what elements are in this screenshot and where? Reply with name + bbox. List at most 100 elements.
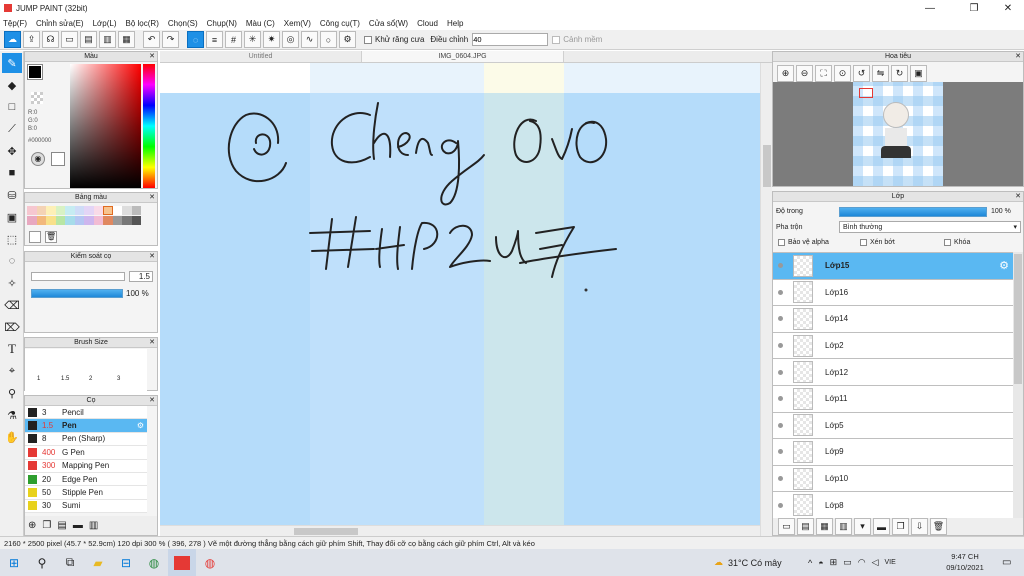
panel-close-icon[interactable]: ✕	[149, 338, 155, 348]
menu-color[interactable]: Màu (C)	[246, 19, 275, 28]
layer-row[interactable]: Lớp11	[773, 385, 1013, 413]
foreground-color-swatch[interactable]	[28, 65, 42, 79]
cloud-icon[interactable]: ☁	[4, 31, 21, 48]
layer-visibility-icon[interactable]	[778, 343, 783, 349]
menu-capture[interactable]: Chụp(N)	[207, 19, 237, 28]
brush-item[interactable]: 8 Pen (Sharp)	[25, 432, 147, 447]
layer-row[interactable]: Lớp2	[773, 332, 1013, 360]
layer-opacity-slider[interactable]	[839, 207, 987, 217]
zoom-out-icon[interactable]: ⊖	[796, 65, 813, 82]
tab-untitled[interactable]: Untitled	[160, 51, 362, 62]
brush-delete-icon[interactable]: ▥	[89, 520, 98, 531]
brush-item[interactable]: 3 Pencil	[25, 406, 147, 420]
fit-icon[interactable]: ⛶	[815, 65, 832, 82]
brush-item[interactable]: 1.5 Pen ⚙	[25, 419, 147, 433]
vertical-scroll-thumb[interactable]	[763, 145, 771, 187]
dropper-tool-icon[interactable]: ⚲	[2, 383, 22, 403]
palette-swatch[interactable]	[103, 206, 113, 215]
new-raster-layer-icon[interactable]: ▤	[797, 518, 814, 535]
palette-swatch[interactable]	[55, 216, 65, 225]
jump-paint-taskbar-icon[interactable]	[168, 549, 196, 576]
panel-close-icon[interactable]: ✕	[1015, 52, 1021, 62]
panel-close-icon[interactable]: ✕	[149, 193, 155, 203]
tray-app-icon[interactable]: ◓	[818, 558, 823, 568]
snap-cross-icon[interactable]: ✷	[263, 31, 280, 48]
palette-swatch[interactable]	[74, 206, 84, 215]
navigator-thumbnail[interactable]	[853, 82, 943, 186]
new-halftone-layer-icon[interactable]: ▦	[816, 518, 833, 535]
new-palette-icon[interactable]	[29, 231, 41, 243]
text-tool-icon[interactable]: T	[2, 339, 22, 359]
palette-swatch[interactable]	[131, 216, 141, 225]
saturation-value-picker[interactable]	[70, 64, 141, 188]
file-explorer-icon[interactable]: ▰	[84, 549, 112, 576]
tab-image[interactable]: IMG_0604.JPG	[362, 51, 564, 62]
layer-visibility-icon[interactable]	[778, 396, 783, 402]
brush-add-icon[interactable]: ⊕	[28, 520, 36, 531]
gradient-tool-icon[interactable]: ▣	[2, 207, 22, 227]
panel-close-icon[interactable]: ✕	[1015, 192, 1021, 202]
palette-swatch[interactable]	[74, 216, 84, 225]
export-icon[interactable]: ⇪	[23, 31, 40, 48]
layer-list-scrollbar[interactable]	[1013, 252, 1023, 518]
palette-swatch[interactable]	[112, 206, 122, 215]
notification-icon[interactable]: ▭	[1002, 549, 1011, 576]
palette-swatch[interactable]	[84, 206, 94, 215]
layer-row[interactable]: Lớp8	[773, 492, 1013, 518]
search-icon[interactable]: ⚲	[28, 549, 56, 576]
menu-edit[interactable]: Chỉnh sửa(E)	[36, 19, 84, 28]
menu-file[interactable]: Tệp(F)	[3, 19, 27, 28]
menu-tools[interactable]: Công cụ(T)	[320, 19, 360, 28]
horizontal-scroll-thumb[interactable]	[294, 528, 358, 535]
select-eraser-tool-icon[interactable]: ⌦	[2, 317, 22, 337]
battery-icon[interactable]: ▭	[843, 557, 852, 568]
rotate-left-icon[interactable]: ↺	[853, 65, 870, 82]
palette-swatch[interactable]	[27, 216, 37, 225]
flip-icon[interactable]: ⇋	[872, 65, 889, 82]
adjust-input[interactable]	[472, 33, 549, 46]
menu-window[interactable]: Cửa sổ(W)	[369, 19, 408, 28]
brush-item[interactable]: 50 Stipple Pen	[25, 486, 147, 500]
color-mode-icon[interactable]	[51, 152, 65, 166]
layer-row[interactable]: Lớp12	[773, 359, 1013, 386]
size-preset[interactable]: 1	[37, 376, 40, 382]
layer-visibility-icon[interactable]	[778, 449, 783, 455]
layer-dropdown-icon[interactable]: ▾	[854, 518, 871, 535]
redo-icon[interactable]: ↷	[162, 31, 179, 48]
select-tool-icon[interactable]: ⬚	[2, 229, 22, 249]
palette-swatch[interactable]	[27, 206, 37, 215]
palette-swatch[interactable]	[65, 206, 75, 215]
eraser-tool-icon[interactable]: ◆	[2, 75, 22, 95]
tray-chevron-icon[interactable]: ^	[808, 558, 812, 568]
brush-size-value[interactable]: 1.5	[129, 271, 153, 282]
language-indicator[interactable]: VIE	[885, 559, 896, 566]
color-wheel-icon[interactable]: ◉	[31, 152, 45, 166]
lasso-tool-icon[interactable]: ◌	[2, 251, 22, 271]
brush-export-icon[interactable]: ▤	[57, 520, 66, 531]
menu-select[interactable]: Chọn(S)	[168, 19, 198, 28]
size-preset[interactable]: 2	[89, 376, 92, 382]
palette-swatch[interactable]	[46, 206, 56, 215]
new-8bit-layer-icon[interactable]: ▥	[835, 518, 852, 535]
layer-row[interactable]: Lớp10	[773, 465, 1013, 493]
minimize-button[interactable]: —	[916, 0, 944, 16]
blur-tool-icon[interactable]: ⚗	[2, 405, 22, 425]
palette-swatch[interactable]	[103, 216, 113, 225]
volume-icon[interactable]: ◁	[872, 557, 879, 568]
snap-ring-icon[interactable]: ○	[320, 31, 337, 48]
tray-app-icon-2[interactable]: ⊞	[830, 557, 838, 568]
delete-layer-icon[interactable]: 🗑	[930, 518, 947, 535]
palette-swatch[interactable]	[93, 206, 103, 215]
comment-icon[interactable]: ▭	[61, 31, 78, 48]
clock[interactable]: 9:47 CH 09/10/2021	[938, 551, 992, 573]
brush-folder-icon[interactable]: ▬	[73, 520, 83, 531]
menu-cloud[interactable]: Cloud	[417, 19, 438, 28]
merge-layer-icon[interactable]: ⇩	[911, 518, 928, 535]
snap-grid-icon[interactable]: #	[225, 31, 242, 48]
size-preset[interactable]: 3	[117, 376, 120, 382]
line-tool-icon[interactable]: ⟋	[2, 119, 22, 139]
layer-row[interactable]: Lớp16	[773, 279, 1013, 307]
brush-item[interactable]: 300 Mapping Pen	[25, 459, 147, 473]
snap-curve-icon[interactable]: ∿	[301, 31, 318, 48]
palette-swatch[interactable]	[36, 216, 46, 225]
